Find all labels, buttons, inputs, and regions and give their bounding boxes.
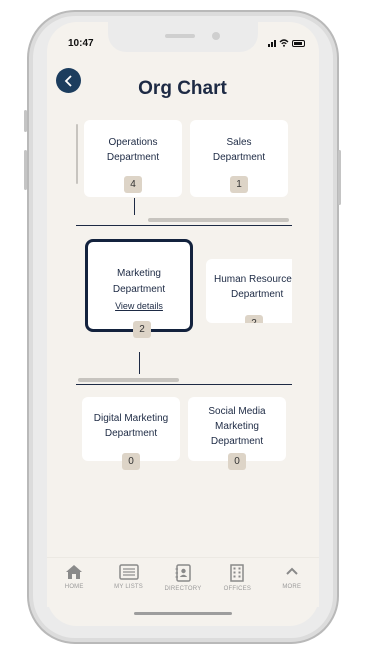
status-time: 10:47 [68,38,94,49]
org-card-digital-marketing[interactable]: Digital Marketing Department 0 [82,397,180,470]
phone-side-button [24,110,27,132]
battery-icon [292,40,305,47]
level-divider [76,384,292,385]
phone-side-button [24,150,27,190]
org-card-marketing[interactable]: Marketing Department View details 2 [85,239,193,338]
card-subtitle: Department [210,436,264,447]
count-badge: 2 [245,315,263,323]
card-subtitle: Marketing [215,421,259,432]
card-subtitle: Department [112,284,166,295]
count-badge: 1 [230,176,248,193]
tab-offices[interactable]: OFFICES [211,564,263,592]
phone-side-button [338,150,341,205]
view-details-link[interactable]: View details [92,298,186,314]
card-title: Operations [108,137,158,148]
wifi-icon [279,39,289,47]
tab-label: HOME [64,584,84,590]
org-card-social-media-marketing[interactable]: Social Media Marketing Department 0 [188,397,286,470]
tab-label: DIRECTORY [164,586,202,592]
tab-directory[interactable]: DIRECTORY [157,564,209,592]
count-badge: 0 [122,453,140,470]
tab-label: OFFICES [223,586,252,592]
card-title: Social Media [208,406,266,417]
org-card-human-resources[interactable]: Human Resources Department 2 [206,259,292,323]
home-icon [66,565,83,579]
count-badge: 4 [124,176,142,193]
card-title: Marketing [117,268,161,279]
card-title: Digital Marketing [93,413,169,424]
level-divider [76,225,292,226]
home-indicator[interactable] [134,612,232,615]
speaker-icon [165,34,195,38]
connector-line [139,352,140,374]
row-edge-indicator [76,124,78,184]
org-card-operations[interactable]: Operations Department 4 [84,120,182,197]
card-subtitle: Department [212,152,266,163]
directory-icon [175,564,191,582]
tab-my-lists[interactable]: MY LISTS [103,564,155,590]
horizontal-scrollbar[interactable] [148,218,289,222]
page-title: Org Chart [138,78,227,99]
bottom-tab-bar: HOME MY LISTS DIRECTORY OFFICES MORE [47,557,319,607]
signal-icon [268,40,276,47]
card-subtitle: Department [231,289,284,300]
building-icon [230,564,245,582]
tab-label: MORE [282,584,302,590]
horizontal-scrollbar[interactable] [78,378,179,382]
org-card-sales[interactable]: Sales Department 1 [190,120,288,197]
card-title: Sales [226,137,252,148]
count-badge: 2 [133,321,151,338]
list-icon [118,564,139,580]
card-subtitle: Department [104,428,158,439]
status-icons [268,39,305,47]
card-title: Human Resources [214,274,292,285]
tab-more[interactable]: MORE [266,564,318,590]
connector-line [134,198,135,215]
tab-home[interactable]: HOME [48,564,100,590]
camera-icon [212,32,220,40]
chevron-up-icon [286,567,298,575]
count-badge: 0 [228,453,246,470]
tab-label: MY LISTS [114,584,143,590]
card-subtitle: Department [106,152,160,163]
